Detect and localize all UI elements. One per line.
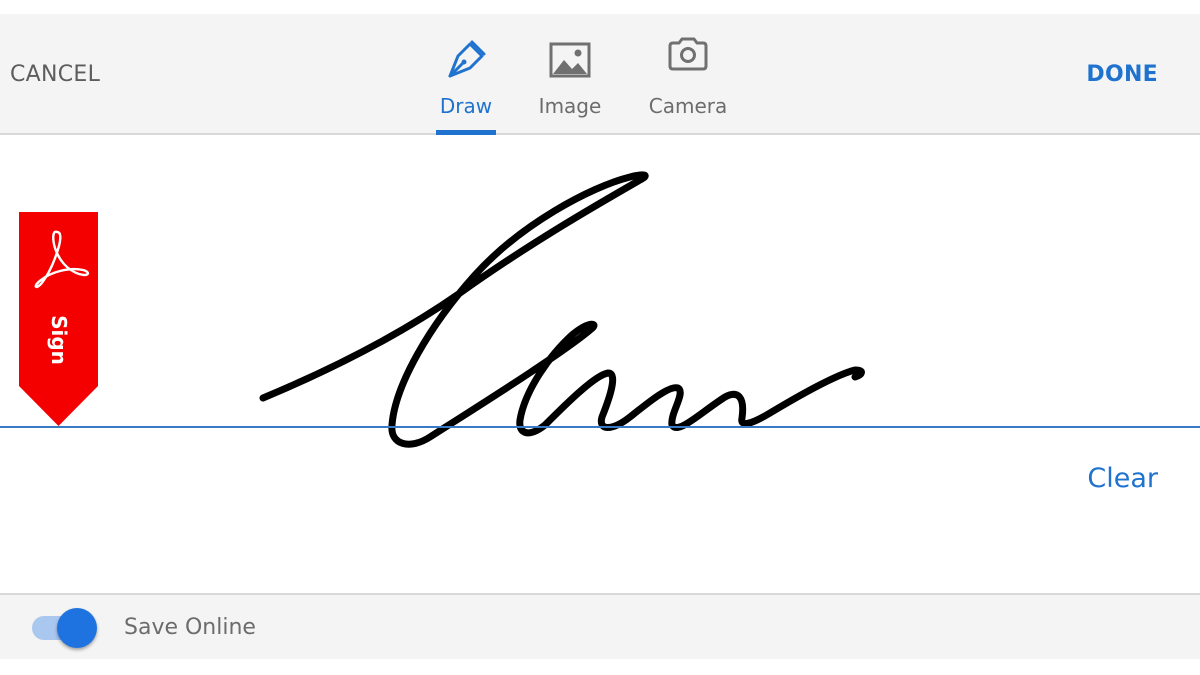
toggle-thumb [57,608,97,648]
tab-image-label: Image [538,94,602,118]
save-online-label: Save Online [124,615,256,640]
camera-icon [668,37,708,71]
bottom-margin [0,659,1200,675]
tab-image[interactable]: Image [530,14,610,135]
done-button[interactable]: DONE [1086,62,1158,87]
top-margin [0,0,1200,14]
tab-camera-label: Camera [648,94,728,118]
signature-canvas[interactable]: Sign Clear [0,135,1200,593]
image-icon [549,42,591,78]
header-bar: CANCEL Draw Image Camera DONE [0,14,1200,135]
signature-stroke [259,171,865,448]
signature-baseline [0,426,1200,428]
tab-draw-label: Draw [439,94,493,118]
cancel-button[interactable]: CANCEL [10,62,100,87]
clear-button[interactable]: Clear [1087,463,1158,494]
footer-bar: Save Online [0,593,1200,659]
signature-screen: CANCEL Draw Image Camera DONE Sign Clear… [0,0,1200,675]
sign-badge-label: Sign [46,315,71,365]
pen-nib-icon [448,40,486,78]
save-online-toggle[interactable] [30,607,100,648]
tab-camera[interactable]: Camera [642,14,734,135]
tab-draw[interactable]: Draw [436,14,496,135]
